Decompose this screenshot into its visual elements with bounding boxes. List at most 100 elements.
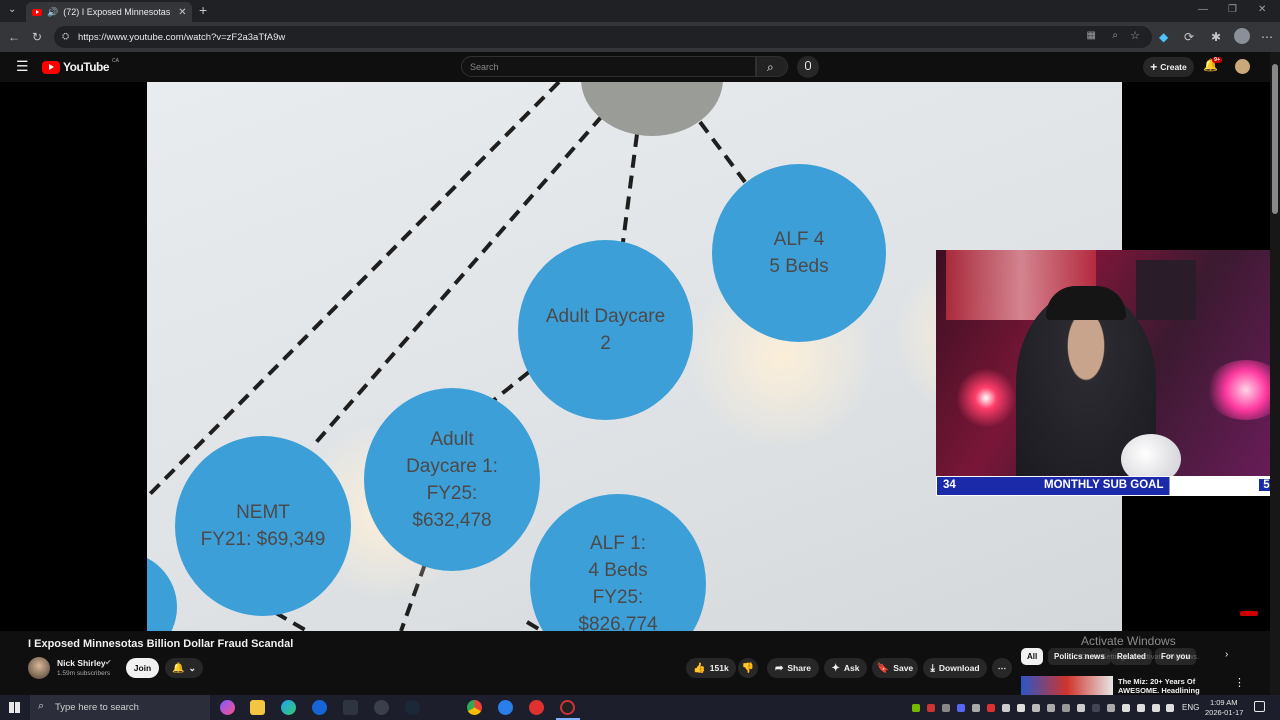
page-scrollbar[interactable] (1270, 52, 1280, 695)
copilot-icon[interactable] (220, 700, 235, 715)
video-title: I Exposed Minnesotas Billion Dollar Frau… (28, 638, 294, 650)
recommended-thumbnail[interactable] (1021, 676, 1113, 695)
file-explorer-icon[interactable] (250, 700, 265, 715)
channel-name[interactable]: Nick Shirley (57, 658, 106, 668)
tray-icon-14[interactable] (1107, 704, 1115, 712)
browser-blue-icon[interactable] (498, 700, 513, 715)
bookmark-star-icon[interactable]: ☆ (1130, 29, 1140, 42)
battery-icon[interactable] (1122, 704, 1130, 712)
tray-nvidia-icon[interactable] (912, 704, 920, 712)
chips-next-chevron-icon[interactable]: › (1225, 649, 1228, 660)
zoom-icon[interactable]: ⌕ (1112, 30, 1118, 41)
taskbar-search[interactable]: ⌕ Type here to search (30, 695, 210, 720)
wall-poster (1136, 260, 1196, 320)
address-bar[interactable]: ⛭ https://www.youtube.com/watch?v=zF2a3a… (54, 26, 1152, 48)
tray-red-icon[interactable] (927, 704, 935, 712)
network2-icon[interactable] (1152, 704, 1160, 712)
diagram-node-nemt: NEMT FY21: $69,349 (175, 436, 351, 616)
share-button[interactable]: ➦ Share (767, 658, 819, 678)
save-button[interactable]: 🔖 Save (872, 658, 918, 678)
join-button[interactable]: Join (126, 658, 159, 678)
subscribe-bell-button[interactable]: 🔔 ⌄ (165, 658, 203, 678)
voice-search-button[interactable] (797, 56, 819, 78)
minimize-icon[interactable]: — (1198, 4, 1208, 15)
reload-icon[interactable]: ↻ (32, 30, 42, 44)
obs-icon[interactable] (560, 700, 575, 715)
clock-time[interactable]: 1:09 AM (1210, 698, 1238, 707)
site-info-icon[interactable]: ⛭ (62, 31, 69, 42)
channel-avatar[interactable] (28, 657, 50, 679)
tray-steam-icon[interactable] (1092, 704, 1100, 712)
restore-icon[interactable]: ❐ (1228, 4, 1237, 15)
tray-icon-9[interactable] (1032, 704, 1040, 712)
thumbs-up-icon: 👍 (693, 662, 706, 674)
tray-icon-10[interactable] (1047, 704, 1055, 712)
microphone-icon (805, 61, 811, 70)
settings-icon[interactable] (374, 700, 389, 715)
diagram-node-adult-daycare-1: Adult Daycare 1: FY25: $632,478 (364, 388, 540, 571)
search-button[interactable]: ⌕ (756, 56, 788, 77)
new-tab-button[interactable]: + (199, 2, 207, 18)
chip-all[interactable]: All (1021, 648, 1044, 665)
puzzle-icon[interactable]: ✱ (1211, 30, 1221, 44)
more-actions-button[interactable]: ⋯ (992, 658, 1012, 678)
media-app-icon[interactable] (343, 700, 358, 715)
speaker-icon[interactable]: 🔊 (47, 7, 58, 18)
app-red-icon[interactable] (529, 700, 544, 715)
diagram-node-adult-daycare-2: Adult Daycare 2 (518, 240, 693, 420)
extension-icon[interactable]: ◆ (1159, 30, 1168, 44)
lamp-globe (1121, 434, 1181, 476)
notification-badge: 9+ (1212, 57, 1223, 63)
steam-icon[interactable] (405, 700, 420, 715)
diagram-node-alf4: ALF 4 5 Beds (712, 164, 886, 342)
tray-icon-8[interactable] (1017, 704, 1025, 712)
windows-start-icon[interactable] (9, 702, 20, 713)
youtube-masthead: ☰ YouTube CA Search ⌕ + Create 🔔 9+ (0, 52, 1270, 82)
tray-icon-6[interactable] (987, 704, 995, 712)
tray-icon-11[interactable] (1062, 704, 1070, 712)
browser-tab[interactable]: 🔊 (72) I Exposed Minnesotas B ✕ (26, 2, 192, 22)
create-button[interactable]: + Create (1143, 57, 1194, 77)
tray-icon-12[interactable] (1077, 704, 1085, 712)
clock-date[interactable]: 2026-01-17 (1205, 708, 1243, 717)
browser-toolbar: ← ↻ ⛭ https://www.youtube.com/watch?v=zF… (0, 22, 1280, 52)
app-install-icon[interactable]: ▦ (1087, 30, 1096, 41)
browser-menu-icon[interactable]: ⋯ (1261, 30, 1273, 44)
recommended-more-icon[interactable]: ⋮ (1234, 676, 1245, 689)
app-blue-icon[interactable] (312, 700, 327, 715)
edge-icon[interactable] (281, 700, 296, 715)
like-button[interactable]: 👍 151k (686, 658, 736, 678)
tab-close-icon[interactable]: ✕ (178, 7, 186, 18)
back-icon[interactable]: ← (8, 30, 20, 44)
chevron-down-icon: ⌄ (188, 662, 196, 673)
language-indicator[interactable]: ENG (1182, 703, 1199, 712)
tray-icon-7[interactable] (1002, 704, 1010, 712)
hamburger-menu-icon[interactable]: ☰ (16, 58, 29, 75)
youtube-wordmark: YouTube (63, 60, 110, 74)
plus-icon: + (1150, 60, 1158, 74)
live-indicator (1240, 611, 1258, 616)
volume-icon[interactable] (1166, 704, 1174, 712)
url-text: https://www.youtube.com/watch?v=zF2a3aTf… (78, 31, 286, 43)
tray-icon-5[interactable] (972, 704, 980, 712)
refresh-extension-icon[interactable]: ⟳ (1184, 30, 1194, 44)
ask-button[interactable]: ✦ Ask (824, 658, 867, 678)
tray-app-icon[interactable] (942, 704, 950, 712)
share-icon: ➦ (774, 662, 784, 674)
youtube-logo[interactable]: YouTube CA (42, 58, 119, 74)
download-label: Download (938, 663, 980, 673)
window-close-icon[interactable]: ✕ (1258, 4, 1266, 15)
recommended-title[interactable]: The Miz: 20+ Years Of AWESOME. Headlinin… (1118, 677, 1218, 695)
profile-avatar[interactable] (1234, 28, 1250, 44)
video-player[interactable]: ALF 4 5 Beds Adult Daycare 2 Adult Dayca… (0, 82, 1270, 631)
network-icon[interactable] (1137, 704, 1145, 712)
tray-discord-icon[interactable] (957, 704, 965, 712)
dislike-button[interactable]: 👎 (738, 658, 758, 678)
chrome-icon[interactable] (467, 700, 482, 715)
search-input[interactable]: Search (461, 56, 756, 77)
download-button[interactable]: ⤓ Download (923, 658, 987, 678)
account-avatar[interactable] (1235, 59, 1250, 74)
notification-center-icon[interactable] (1254, 701, 1265, 712)
tab-list-chevron-icon[interactable]: ⌄ (8, 4, 16, 15)
subscriber-count: 1.59m subscribers (57, 670, 111, 677)
